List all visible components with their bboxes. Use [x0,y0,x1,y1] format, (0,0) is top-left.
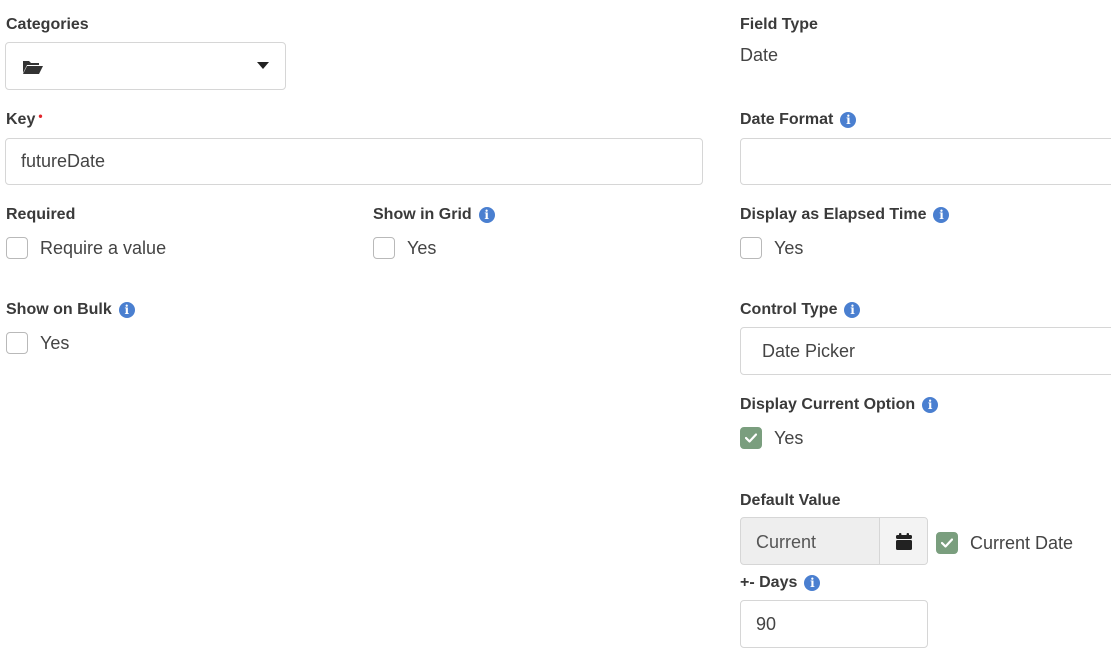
categories-label: Categories [6,16,89,33]
check-icon [941,538,953,548]
require-value-checkbox[interactable] [6,237,28,259]
display-current-option-checkbox[interactable] [740,427,762,449]
show-on-bulk-checkbox-label: Yes [40,332,70,353]
field-type-label: Field Type [740,16,818,33]
info-icon[interactable]: i [922,397,939,413]
control-type-label: Control Type i [740,301,861,319]
caret-down-icon[interactable] [257,62,269,70]
check-icon [745,433,757,443]
require-value-checkbox-row[interactable]: Require a value [6,237,166,259]
categories-select[interactable] [5,42,286,90]
display-current-option-checkbox-label: Yes [774,427,804,448]
info-icon[interactable]: i [933,207,950,223]
folder-open-icon [23,61,43,74]
display-current-option-checkbox-row[interactable]: Yes [740,427,803,449]
field-type-value: Date [740,45,779,65]
default-value-input: Current [756,532,817,552]
info-icon[interactable]: i [118,302,135,318]
default-value-input-group[interactable]: Current [740,517,928,565]
display-elapsed-checkbox-row[interactable]: Yes [740,237,803,259]
days-input[interactable]: 90 [740,600,928,648]
info-icon[interactable]: i [804,575,821,591]
date-format-label: Date Format i [740,111,857,129]
calendar-button[interactable] [879,518,927,564]
calendar-icon [896,532,912,550]
display-elapsed-label: Display as Elapsed Time i [740,206,950,224]
control-type-value: Date Picker [762,340,856,361]
key-input-value: futureDate [21,151,106,171]
required-label: Required [6,206,76,223]
current-date-checkbox-row[interactable]: Current Date [936,532,1073,554]
date-format-input[interactable] [740,138,1111,185]
key-label: Key • [6,109,43,128]
info-icon[interactable]: i [844,302,861,318]
days-label: +- Days i [740,574,821,592]
days-input-value: 90 [756,613,777,634]
display-elapsed-checkbox-label: Yes [774,237,804,258]
required-indicator: • [38,109,43,123]
key-input[interactable]: futureDate [5,138,703,185]
display-elapsed-checkbox[interactable] [740,237,762,259]
info-icon[interactable]: i [840,112,857,128]
show-in-grid-label: Show in Grid i [373,206,495,224]
default-value-label: Default Value [740,492,841,509]
show-on-bulk-checkbox-row[interactable]: Yes [6,332,69,354]
current-date-checkbox[interactable] [936,532,958,554]
current-date-checkbox-label: Current Date [970,532,1074,553]
show-in-grid-checkbox-row[interactable]: Yes [373,237,436,259]
show-in-grid-checkbox[interactable] [373,237,395,259]
show-on-bulk-label: Show on Bulk i [6,301,135,319]
show-on-bulk-checkbox[interactable] [6,332,28,354]
display-current-option-label: Display Current Option i [740,396,939,414]
show-in-grid-checkbox-label: Yes [407,237,437,258]
require-value-checkbox-label: Require a value [40,237,167,258]
info-icon[interactable]: i [478,207,495,223]
control-type-select[interactable]: Date Picker [740,327,1111,375]
